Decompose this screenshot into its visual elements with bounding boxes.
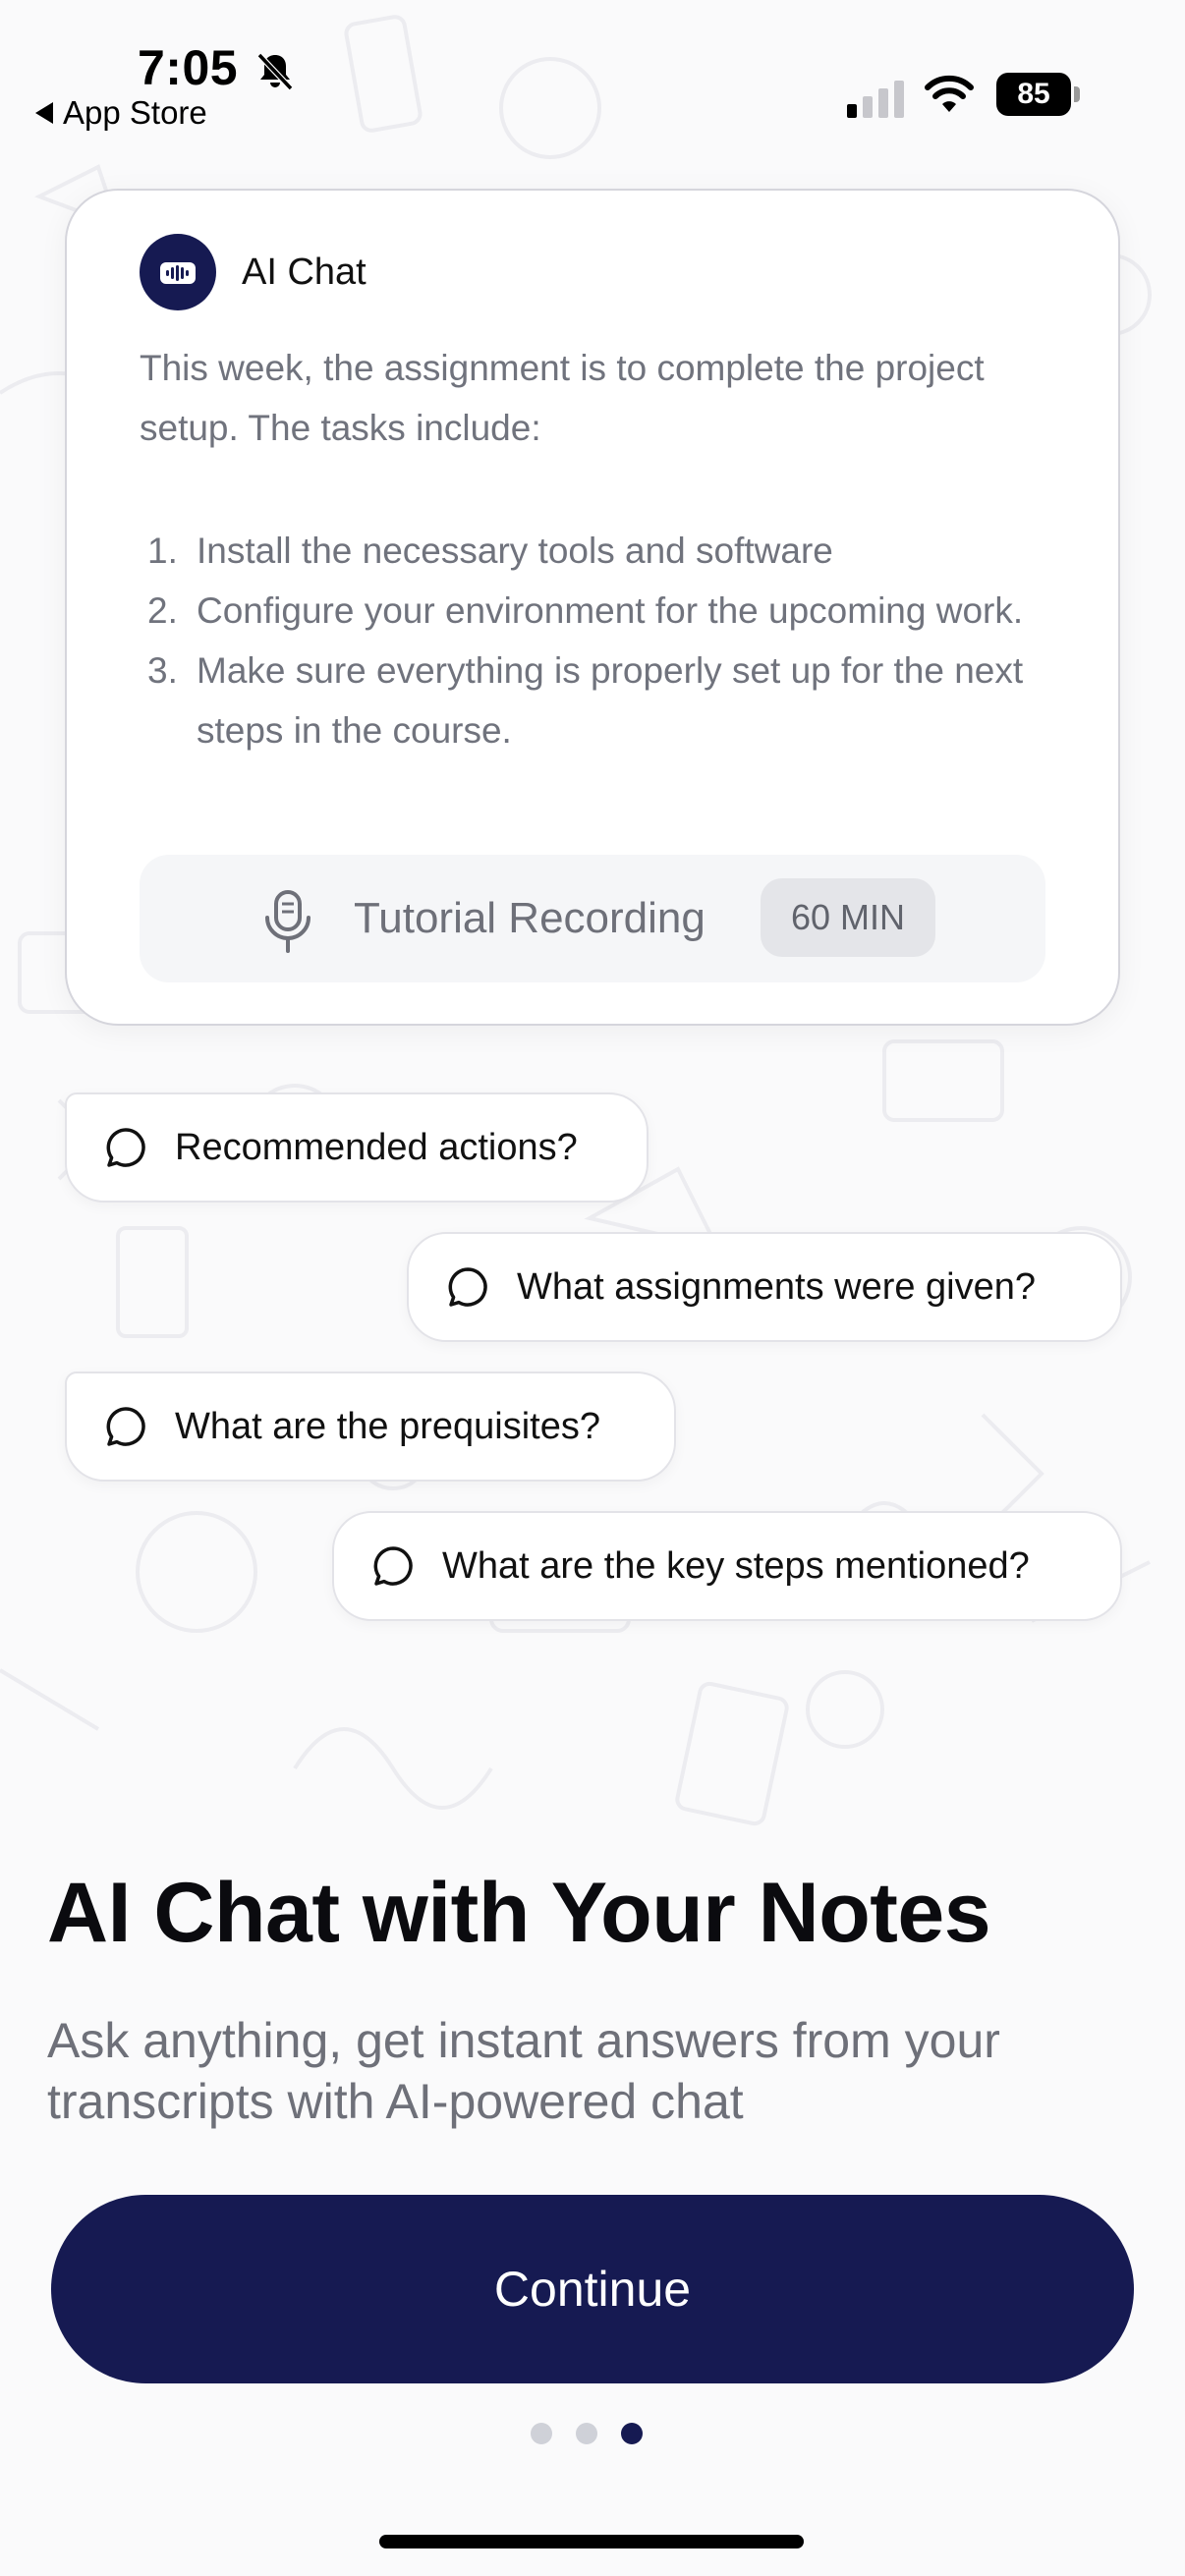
continue-button[interactable]: Continue: [51, 2195, 1134, 2383]
suggestion-prerequisites[interactable]: What are the prequisites?: [65, 1372, 676, 1482]
back-to-app-store[interactable]: App Store: [35, 94, 207, 132]
duration-badge: 60 MIN: [761, 878, 935, 957]
card-intro-text: This week, the assignment is to complete…: [140, 348, 985, 448]
list-item-number: 1.: [147, 531, 178, 571]
tutorial-recording-chip[interactable]: Tutorial Recording 60 MIN: [140, 855, 1045, 982]
suggestion-label: What are the prequisites?: [175, 1405, 601, 1447]
suggestion-label: What assignments were given?: [517, 1265, 1037, 1308]
battery-indicator: 85: [996, 73, 1081, 116]
recording-label: Tutorial Recording: [354, 894, 705, 942]
page-dot: [531, 2423, 552, 2444]
suggestion-label: Recommended actions?: [175, 1126, 578, 1168]
microphone-icon: [265, 890, 310, 953]
wifi-icon: [925, 75, 974, 112]
battery-nub: [1074, 86, 1080, 102]
list-item: 1. Install the necessary tools and softwa…: [140, 521, 1063, 581]
list-item-text: Make sure everything is properly set up …: [197, 650, 1024, 751]
page-indicator: [531, 2423, 643, 2444]
list-item-number: 2.: [147, 590, 178, 631]
status-bar: 7:05 App Store 85: [0, 0, 1185, 147]
page-title: AI Chat with Your Notes: [47, 1866, 991, 1960]
chat-bubble-icon: [448, 1267, 487, 1307]
page-dot-active: [621, 2423, 643, 2444]
list-item: 2. Configure your environment for the upc…: [140, 581, 1063, 641]
list-item: 3. Make sure everything is properly set u…: [140, 641, 1063, 760]
list-item-number: 3.: [147, 650, 178, 691]
ai-chat-card: AI Chat This week, the assignment is to …: [65, 189, 1120, 1026]
suggestion-label: What are the key steps mentioned?: [442, 1544, 1030, 1587]
chat-bubble-icon: [373, 1546, 413, 1586]
card-header: AI Chat: [140, 234, 367, 310]
list-item-text: Install the necessary tools and software: [197, 531, 833, 571]
card-title: AI Chat: [242, 251, 367, 293]
ai-chat-logo-icon: [140, 234, 216, 310]
home-indicator[interactable]: [379, 2535, 804, 2548]
status-time: 7:05: [138, 40, 239, 95]
list-item-text: Configure your environment for the upcom…: [197, 590, 1024, 631]
chat-bubble-icon: [106, 1128, 145, 1167]
bell-slash-icon: [256, 52, 294, 91]
chat-bubble-icon: [106, 1407, 145, 1446]
page-dot: [576, 2423, 597, 2444]
page-subtitle: Ask anything, get instant answers from y…: [47, 2013, 1000, 2129]
task-list: 1. Install the necessary tools and softwa…: [140, 521, 1063, 760]
suggestion-assignments-given[interactable]: What assignments were given?: [407, 1232, 1122, 1342]
battery-level: 85: [996, 73, 1071, 116]
cellular-signal-icon: [847, 81, 904, 118]
suggestion-recommended-actions[interactable]: Recommended actions?: [65, 1092, 649, 1203]
back-arrow-icon: [35, 102, 53, 124]
suggestion-key-steps[interactable]: What are the key steps mentioned?: [332, 1511, 1122, 1621]
back-app-label: App Store: [63, 94, 207, 131]
waveform-icon: [160, 262, 196, 284]
